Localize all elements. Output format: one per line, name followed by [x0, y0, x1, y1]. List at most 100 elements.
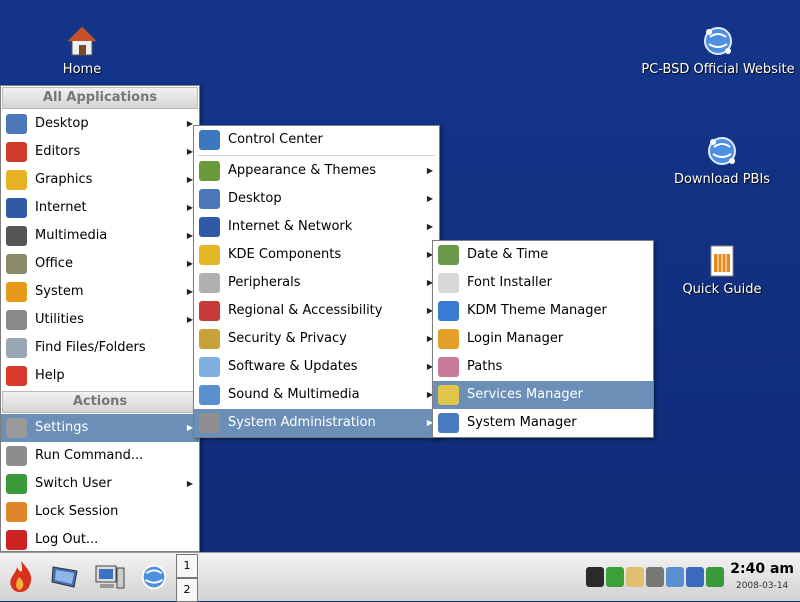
menu-item-label: Desktop — [228, 191, 282, 206]
menu-item-office[interactable]: Office ▶ — [1, 250, 199, 278]
klipper-icon[interactable] — [626, 567, 644, 587]
menu-item-utilities[interactable]: Utilities ▶ — [1, 306, 199, 334]
menu-item-label: Internet & Network — [228, 219, 353, 234]
menu-item-label: Appearance & Themes — [228, 163, 377, 178]
taskbar: 1 2 2:40 am 2008-03-14 — [0, 552, 800, 602]
switch-user-icon — [6, 474, 27, 494]
action-item-run-command[interactable]: Run Command... — [1, 442, 199, 470]
menu-item-find-files-folders[interactable]: Find Files/Folders — [1, 334, 199, 362]
utilities-icon — [6, 310, 27, 330]
menu-item-label: KDM Theme Manager — [467, 303, 607, 318]
menu-item-label: Utilities — [35, 312, 84, 327]
kmenu-main: All Applications Desktop ▶ Editors ▶ Graphic… — [0, 85, 200, 552]
menu-item-label: Lock Session — [35, 504, 119, 519]
show-desktop-button[interactable] — [50, 562, 80, 596]
sysadmin-item-kdm-theme-manager[interactable]: KDM Theme Manager — [433, 297, 653, 325]
clock-date: 2008-03-14 — [735, 581, 789, 591]
sysadmin-item-system-manager[interactable]: System Manager — [433, 409, 653, 437]
find-icon — [6, 338, 27, 358]
battery-icon[interactable] — [586, 567, 604, 587]
printer-icon — [199, 273, 220, 293]
monitor-icon — [438, 413, 459, 433]
network-icon — [199, 217, 220, 237]
sysadmin-item-date-and-time[interactable]: Date & Time — [433, 241, 653, 269]
submenu-arrow-icon: ▶ — [426, 194, 433, 203]
menu-item-label: Multimedia — [35, 228, 108, 243]
menu-item-editors[interactable]: Editors ▶ — [1, 138, 199, 166]
submenu-arrow-icon: ▶ — [426, 166, 433, 175]
action-item-log-out[interactable]: Log Out... — [1, 526, 199, 554]
menu-item-label: System Manager — [467, 415, 577, 430]
pager-desktop-1[interactable]: 1 — [176, 554, 198, 578]
display-icon[interactable] — [706, 567, 724, 587]
settings-item-internet-and-network[interactable]: Internet & Network ▶ — [194, 213, 439, 241]
menu-item-label: Office — [35, 256, 73, 271]
action-item-settings[interactable]: Settings ▶ — [1, 414, 199, 442]
desktop-icon-download-pbis[interactable]: Download PBIs — [642, 134, 800, 187]
settings-item-sound-and-multimedia[interactable]: Sound & Multimedia ▶ — [194, 381, 439, 409]
desktop-icon-pcbsd-website[interactable]: PC-BSD Official Website — [638, 24, 798, 77]
settings-item-security-and-privacy[interactable]: Security & Privacy ▶ — [194, 325, 439, 353]
submenu-arrow-icon: ▶ — [186, 479, 193, 488]
menu-item-label: Date & Time — [467, 247, 549, 262]
keyboard-icon[interactable] — [686, 567, 704, 587]
desktop-icon-quick-guide[interactable]: Quick Guide — [642, 244, 800, 297]
menu-item-help[interactable]: Help — [1, 362, 199, 390]
sysadmin-item-login-manager[interactable]: Login Manager — [433, 325, 653, 353]
desktop-icon — [199, 189, 220, 209]
editor-icon — [6, 142, 27, 162]
settings-item-peripherals[interactable]: Peripherals ▶ — [194, 269, 439, 297]
network-tray-icon[interactable] — [646, 567, 664, 587]
calendar-icon — [438, 245, 459, 265]
graphics-icon — [6, 170, 27, 190]
menu-item-internet[interactable]: Internet ▶ — [1, 194, 199, 222]
menu-item-label: Help — [35, 368, 65, 383]
browser-launcher[interactable] — [138, 561, 170, 597]
menu-item-multimedia[interactable]: Multimedia ▶ — [1, 222, 199, 250]
appearance-icon — [199, 161, 220, 181]
settings-item-kde-components[interactable]: KDE Components ▶ — [194, 241, 439, 269]
multimedia-icon — [6, 226, 27, 246]
globe-icon — [701, 24, 735, 58]
flag-icon — [199, 301, 220, 321]
kmenu-button[interactable] — [4, 559, 38, 599]
checkmark-icon[interactable] — [606, 567, 624, 587]
update-icon[interactable] — [666, 567, 684, 587]
menu-item-graphics[interactable]: Graphics ▶ — [1, 166, 199, 194]
desktop-icon-home[interactable]: Home — [2, 24, 162, 77]
pager-desktop-2[interactable]: 2 — [176, 578, 198, 602]
desktop-icon-label: PC-BSD Official Website — [641, 62, 795, 77]
menu-item-label: Graphics — [35, 172, 93, 187]
menu-item-label: Services Manager — [467, 387, 583, 402]
sysadmin-item-font-installer[interactable]: Font Installer — [433, 269, 653, 297]
menu-item-label: Find Files/Folders — [35, 340, 146, 355]
settings-item-control-center[interactable]: Control Center — [194, 126, 439, 154]
software-icon — [199, 357, 220, 377]
menu-item-desktop[interactable]: Desktop ▶ — [1, 110, 199, 138]
settings-icon — [6, 418, 27, 438]
settings-item-regional-and-accessibility[interactable]: Regional & Accessibility ▶ — [194, 297, 439, 325]
services-icon — [438, 385, 459, 405]
submenu-arrow-icon: ▶ — [426, 222, 433, 231]
document-icon — [705, 244, 739, 278]
settings-item-appearance-and-themes[interactable]: Appearance & Themes ▶ — [194, 157, 439, 185]
action-item-lock-session[interactable]: Lock Session — [1, 498, 199, 526]
menu-item-label: Run Command... — [35, 448, 144, 463]
menu-item-label: Software & Updates — [228, 359, 358, 374]
components-icon — [199, 245, 220, 265]
settings-item-desktop[interactable]: Desktop ▶ — [194, 185, 439, 213]
clock[interactable]: 2:40 am 2008-03-14 — [730, 561, 794, 591]
sysadmin-item-paths[interactable]: Paths — [433, 353, 653, 381]
settings-item-system-administration[interactable]: System Administration ▶ — [194, 409, 439, 437]
action-item-switch-user[interactable]: Switch User ▶ — [1, 470, 199, 498]
menu-item-label: Log Out... — [35, 532, 99, 547]
menu-item-system[interactable]: System ▶ — [1, 278, 199, 306]
font-icon — [438, 273, 459, 293]
computer-launcher[interactable] — [94, 562, 126, 596]
desktop-icon — [6, 114, 27, 134]
lock-icon — [6, 502, 27, 522]
settings-item-software-and-updates[interactable]: Software & Updates ▶ — [194, 353, 439, 381]
help-icon — [6, 366, 27, 386]
menu-item-label: Peripherals — [228, 275, 301, 290]
sysadmin-item-services-manager[interactable]: Services Manager — [433, 381, 653, 409]
